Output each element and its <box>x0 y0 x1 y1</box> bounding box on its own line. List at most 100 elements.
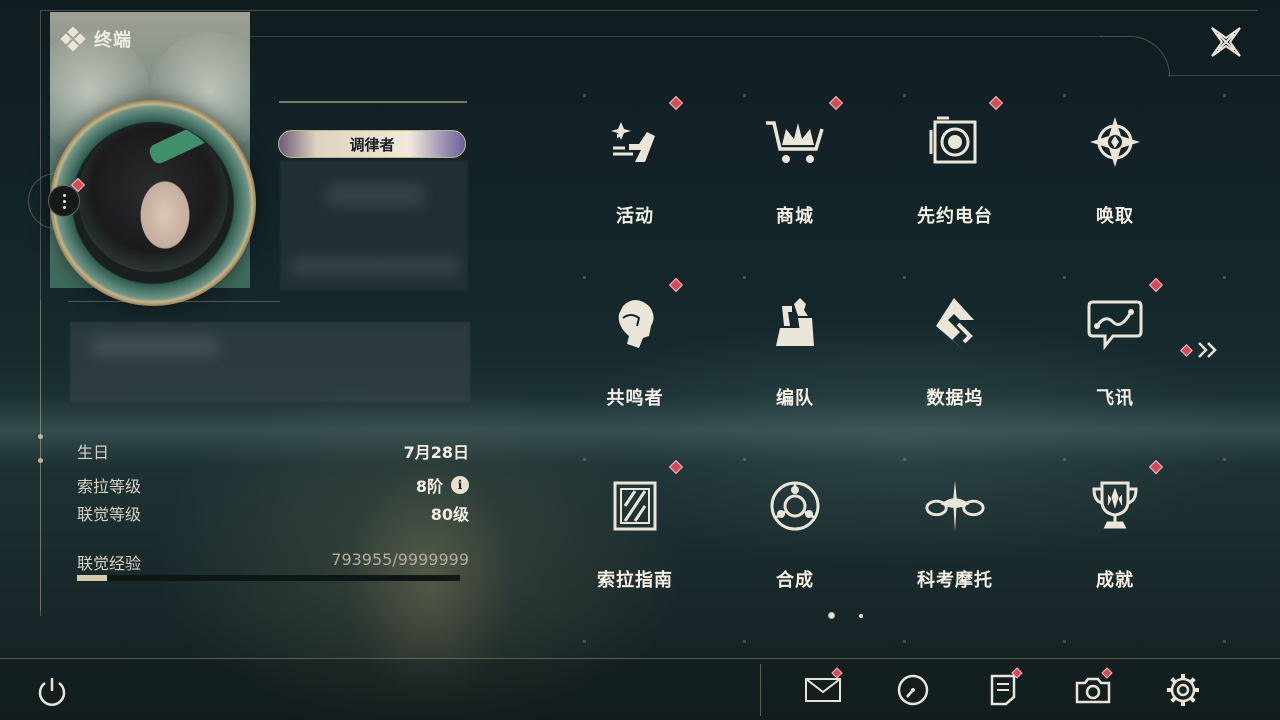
title-badge[interactable]: 调律者 <box>278 101 467 158</box>
exp-label: 联觉经验 <box>77 554 142 573</box>
grid-dot <box>903 276 906 279</box>
menu-tile-label: 数据坞 <box>926 388 984 409</box>
shop-cart-icon <box>763 110 827 174</box>
close-button[interactable] <box>1208 24 1244 60</box>
trophy-icon <box>1083 474 1147 538</box>
stat-value: 8阶 <box>415 477 443 496</box>
menu-tile-label: 飞讯 <box>1096 388 1134 409</box>
power-icon <box>38 678 66 706</box>
stat-label: 索拉等级 <box>77 477 142 496</box>
notification-badge <box>1148 277 1164 293</box>
menu-tile-label: 科考摩托 <box>917 570 993 591</box>
menu-tile-label: 成就 <box>1096 570 1134 591</box>
clock-button[interactable] <box>893 670 933 710</box>
info-icon[interactable]: i <box>451 476 469 494</box>
grid-dot <box>1223 458 1226 461</box>
exp-value: 793955/9999999 <box>331 550 469 569</box>
guidebook-icon <box>603 474 667 538</box>
menu-tile[interactable]: 数据坞 <box>875 272 1035 432</box>
grid-dot <box>583 640 586 643</box>
grid-dot <box>903 640 906 643</box>
mail-icon <box>805 678 841 702</box>
menu-tile[interactable]: 共鸣者 <box>555 272 715 432</box>
stat-value: 80级 <box>430 505 469 524</box>
panel-side-line <box>40 300 41 610</box>
camera-icon <box>1075 677 1111 704</box>
exp-progress-bar <box>77 575 460 581</box>
dot-icon <box>62 199 66 203</box>
dot-icon <box>62 205 66 209</box>
radio-icon <box>923 110 987 174</box>
side-line-dot <box>38 434 43 439</box>
profile-stats: 生日 7月28日 索拉等级 8阶 i 联觉等级 80级 <box>77 437 469 527</box>
menu-tile-label: 共鸣者 <box>606 388 664 409</box>
grid-dot <box>903 94 906 97</box>
stat-label: 联觉等级 <box>77 505 142 524</box>
menu-tile[interactable]: 先约电台 <box>875 90 1035 250</box>
grid-dot <box>583 94 586 97</box>
notification-badge <box>828 95 844 111</box>
chat-message-icon <box>1083 292 1147 356</box>
menu-tile-label: 商城 <box>776 206 814 227</box>
convene-compass-icon <box>1083 110 1147 174</box>
grid-dot <box>1223 640 1226 643</box>
chess-team-icon <box>763 292 827 356</box>
motorcycle-icon <box>923 474 987 538</box>
synthesis-icon <box>763 474 827 538</box>
menu-tile[interactable]: 活动 <box>555 90 715 250</box>
camera-button[interactable] <box>1073 667 1113 710</box>
header: 终端 <box>60 26 132 52</box>
grid-dot <box>1223 276 1226 279</box>
data-dock-icon <box>923 292 987 356</box>
panel-frame-line <box>250 36 1102 37</box>
notification-badge <box>1148 459 1164 475</box>
activity-icon <box>603 110 667 174</box>
blurred-signature <box>90 335 220 359</box>
menu-tile-label: 编队 <box>776 388 814 409</box>
power-button[interactable] <box>34 674 70 710</box>
panel-frame-line <box>1168 75 1280 76</box>
grid-dot <box>1063 94 1066 97</box>
divider <box>68 301 280 302</box>
terminal-icon <box>60 26 86 52</box>
grid-dot <box>1223 94 1226 97</box>
blurred-name <box>325 182 425 208</box>
menu-tile[interactable]: 合成 <box>715 454 875 614</box>
stat-value: 7月28日 <box>403 443 469 462</box>
menu-tile[interactable]: 编队 <box>715 272 875 432</box>
page-title: 终端 <box>94 30 132 51</box>
menu-tile[interactable]: 唤取 <box>1035 90 1195 250</box>
grid-dot <box>583 458 586 461</box>
settings-gear-icon <box>1167 674 1199 706</box>
grid-dot <box>583 276 586 279</box>
title-badge-label: 调律者 <box>349 135 395 154</box>
settings-button[interactable] <box>1163 670 1203 710</box>
menu-tile[interactable]: 成就 <box>1035 454 1195 614</box>
grid-dot <box>1063 458 1066 461</box>
double-chevron-right-icon <box>1198 342 1217 358</box>
menu-tile[interactable]: 索拉指南 <box>555 454 715 614</box>
next-page-button[interactable] <box>1180 338 1222 362</box>
grid-dot <box>743 458 746 461</box>
page-dot-1[interactable] <box>828 612 835 619</box>
menu-tile[interactable]: 飞讯 <box>1035 272 1195 432</box>
menu-tile[interactable]: 商城 <box>715 90 875 250</box>
grid-dot <box>903 458 906 461</box>
badge-line <box>279 101 467 103</box>
menu-tile-label: 唤取 <box>1096 206 1134 227</box>
avatar[interactable] <box>78 122 228 272</box>
stat-union-level: 联觉等级 80级 <box>77 499 469 527</box>
mail-button[interactable] <box>803 667 843 710</box>
stat-label: 生日 <box>77 443 110 462</box>
resonator-head-icon <box>603 292 667 356</box>
notification-badge <box>668 95 684 111</box>
bottom-divider <box>760 664 761 716</box>
next-page-badge <box>1180 343 1193 357</box>
menu-tile[interactable]: 科考摩托 <box>875 454 1035 614</box>
page-dot-2[interactable] <box>859 613 863 618</box>
blurred-signature-area <box>70 322 470 402</box>
notes-button[interactable] <box>983 667 1023 710</box>
avatar-more-button[interactable] <box>48 185 80 217</box>
clock-icon <box>897 674 929 706</box>
notes-icon <box>990 674 1016 706</box>
